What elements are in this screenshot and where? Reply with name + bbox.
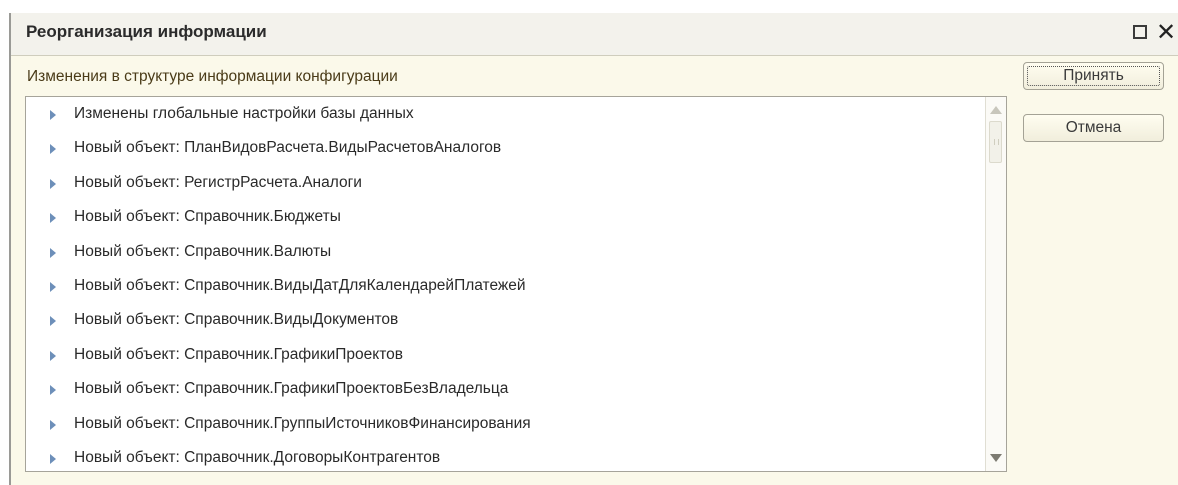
list-item-label: Новый объект: РегистрРасчета.Аналоги (74, 173, 362, 191)
scroll-thumb[interactable] (989, 121, 1002, 163)
list-item-label: Новый объект: Справочник.ГрафикиПроектов… (74, 380, 509, 398)
close-icon: ✕ (1156, 19, 1177, 46)
list-item[interactable]: Новый объект: Справочник.ВидыДатДляКален… (26, 269, 984, 303)
list-item-label: Новый объект: Справочник.ГрафикиПроектов (74, 345, 404, 363)
list-item[interactable]: Новый объект: Справочник.ДоговорыКонтраг… (26, 441, 984, 471)
vertical-scrollbar[interactable] (985, 97, 1006, 471)
list-item-label: Новый объект: Справочник.Бюджеты (74, 208, 341, 226)
list-item[interactable]: Новый объект: Справочник.ВидыДокументов (26, 303, 984, 337)
list-item[interactable]: Новый объект: Справочник.Бюджеты (26, 200, 984, 234)
expand-arrow-icon[interactable] (50, 213, 56, 224)
list-item-label: Изменены глобальные настройки базы данны… (74, 105, 414, 122)
cancel-button-label: Отмена (1065, 119, 1122, 136)
window-title: Реорганизация информации (26, 22, 267, 41)
expand-arrow-icon[interactable] (50, 144, 56, 155)
list-item[interactable]: Новый объект: Справочник.ГрафикиПроектов (26, 338, 984, 372)
expand-arrow-icon[interactable] (50, 453, 56, 464)
list-item-label: Новый объект: ПланВидовРасчета.ВидыРасче… (74, 139, 502, 157)
reorganization-dialog: Реорганизация информации ✕ Изменения в с… (9, 13, 1178, 485)
scroll-down-button[interactable] (989, 451, 1003, 465)
list-item[interactable]: Новый объект: ПланВидовРасчета.ВидыРасче… (26, 131, 984, 165)
expand-arrow-icon[interactable] (50, 178, 56, 189)
focus-ring (1027, 66, 1160, 86)
scroll-up-icon (990, 106, 1002, 114)
list-item-label: Новый объект: Справочник.ВидыДокументов (74, 311, 399, 329)
scroll-up-button[interactable] (989, 103, 1003, 117)
changes-label: Изменения в структуре информации конфигу… (27, 68, 398, 85)
list-item-label: Новый объект: Справочник.Валюты (74, 242, 332, 260)
expand-arrow-icon[interactable] (50, 110, 56, 120)
list-item[interactable]: Новый объект: Справочник.ГруппыИсточнико… (26, 407, 984, 441)
cancel-button[interactable]: Отмена (1023, 114, 1164, 142)
list-item[interactable]: Новый объект: РегистрРасчета.Аналоги (26, 166, 984, 200)
changes-list-items: Изменены глобальные настройки базы данны… (26, 97, 984, 471)
maximize-icon (1133, 25, 1147, 39)
scroll-down-icon (990, 454, 1002, 462)
title-bar[interactable]: Реорганизация информации ✕ (11, 13, 1178, 56)
expand-arrow-icon[interactable] (50, 350, 56, 361)
list-item[interactable]: Новый объект: Справочник.Валюты (26, 235, 984, 269)
list-item-label: Новый объект: Справочник.ДоговорыКонтраг… (74, 448, 441, 466)
grip-icon (994, 139, 999, 145)
maximize-button[interactable] (1130, 22, 1150, 44)
changes-list[interactable]: Изменены глобальные настройки базы данны… (25, 96, 1007, 472)
list-item[interactable]: Изменены глобальные настройки базы данны… (26, 97, 984, 131)
list-item[interactable]: Новый объект: Справочник.ГрафикиПроектов… (26, 372, 984, 406)
expand-arrow-icon[interactable] (50, 419, 56, 430)
close-button[interactable]: ✕ (1156, 19, 1177, 46)
accept-button[interactable]: Принять (1023, 62, 1164, 90)
expand-arrow-icon[interactable] (50, 247, 56, 258)
list-item-label: Новый объект: Справочник.ГруппыИсточнико… (74, 414, 531, 432)
expand-arrow-icon[interactable] (50, 281, 56, 292)
expand-arrow-icon[interactable] (50, 385, 56, 396)
list-item-label: Новый объект: Справочник.ВидыДатДляКален… (74, 276, 526, 294)
expand-arrow-icon[interactable] (50, 316, 56, 327)
